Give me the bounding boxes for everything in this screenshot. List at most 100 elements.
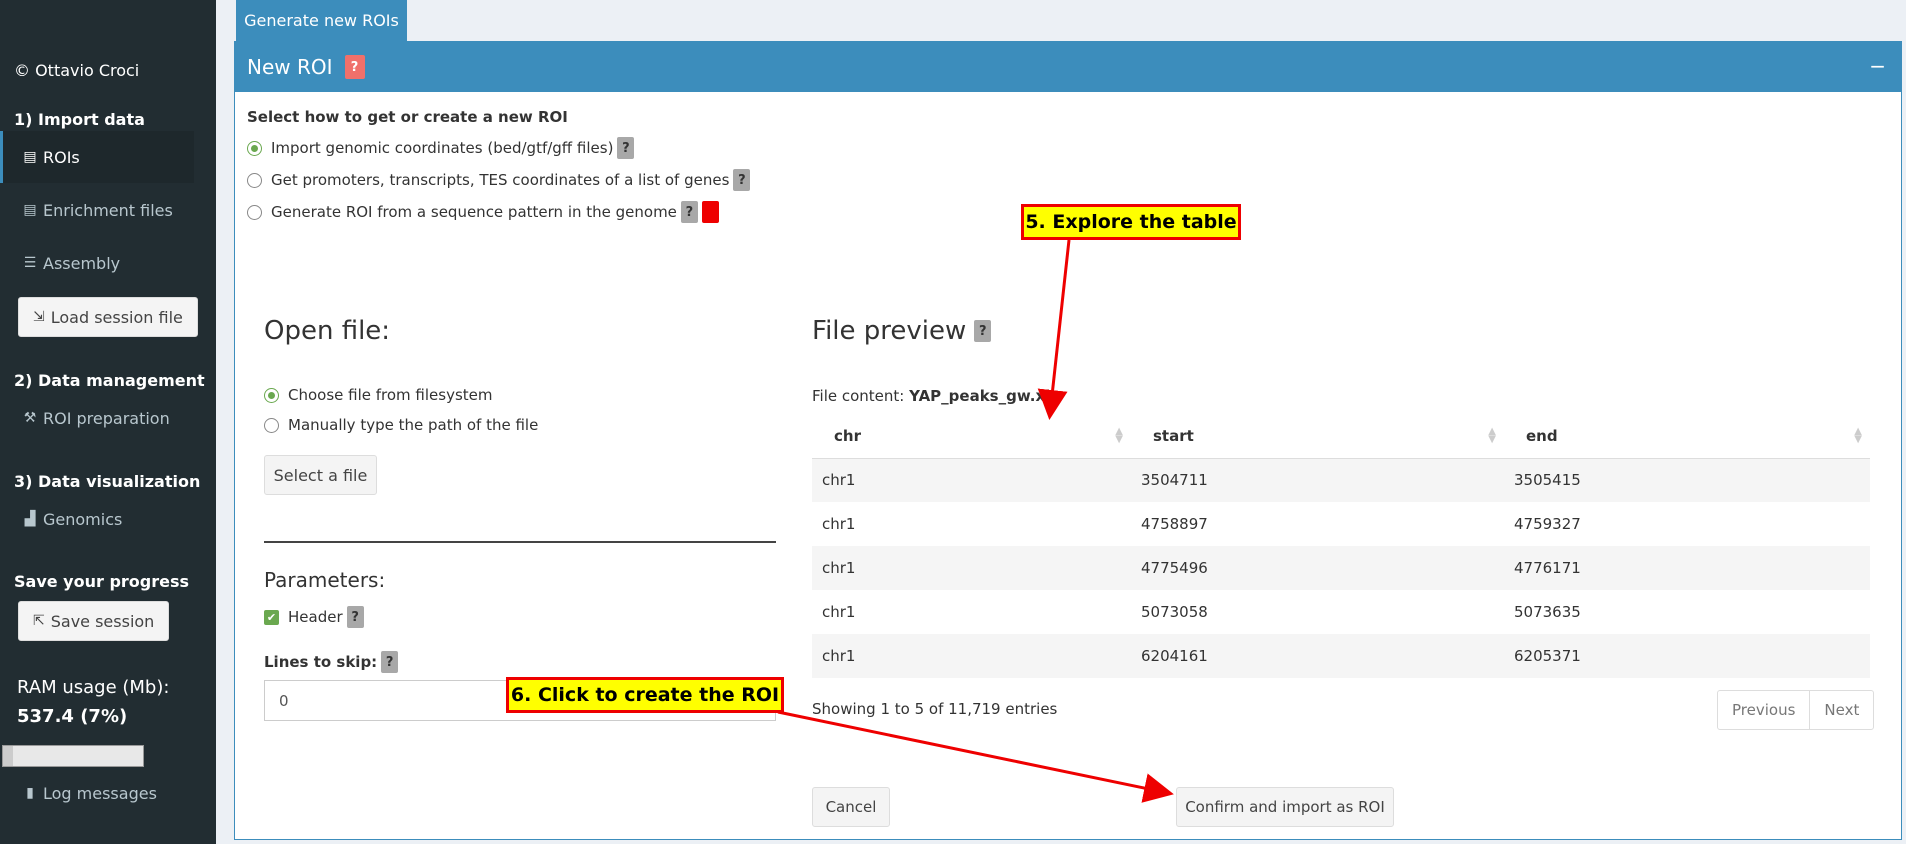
radio-button[interactable]: [264, 387, 279, 403]
sidebar-item-enrichment[interactable]: ▤ Enrichment files: [0, 184, 194, 236]
radio-button[interactable]: [247, 140, 262, 156]
ram-usage-bar: [2, 745, 144, 767]
book-icon: ▮: [26, 785, 34, 801]
lines-to-skip-label: Lines to skip: ?: [264, 651, 399, 673]
table-cell: 4759327: [1514, 515, 1581, 533]
option-label: Import genomic coordinates (bed/gtf/gff …: [271, 139, 614, 157]
sort-icon: ▲ ▼: [1488, 426, 1496, 445]
box-title: New ROI: [247, 55, 333, 79]
file-name: YAP_peaks_gw.xls: [909, 387, 1060, 405]
next-button[interactable]: Next: [1809, 691, 1873, 729]
option-label: Get promoters, transcripts, TES coordina…: [271, 171, 730, 189]
file-import-icon: ⇲: [33, 309, 45, 325]
parameters-title: Parameters:: [264, 568, 386, 592]
sidebar-item-label: Genomics: [43, 509, 123, 529]
help-icon[interactable]: ?: [974, 320, 992, 342]
table-row: chr1 6204161 6205371: [812, 634, 1870, 678]
sidebar-item-assembly[interactable]: ☰ Assembly: [0, 237, 194, 289]
collapse-icon[interactable]: −: [1869, 54, 1886, 78]
table-cell: 5073058: [1141, 603, 1208, 621]
sidebar-item-label: Assembly: [43, 253, 121, 273]
column-header-chr[interactable]: chr ▲ ▼: [812, 414, 1131, 459]
save-session-label: Save session: [50, 611, 155, 631]
cancel-button[interactable]: Cancel: [812, 787, 890, 827]
help-icon[interactable]: ?: [680, 201, 698, 223]
ram-usage-value: 537.4 (7%): [17, 706, 128, 727]
box-header: New ROI ? −: [235, 42, 1901, 92]
header-label: Header: [288, 608, 343, 626]
help-icon[interactable]: ?: [733, 169, 751, 191]
radio-button[interactable]: [264, 417, 279, 433]
option-sequence-pattern[interactable]: Generate ROI from a sequence pattern in …: [247, 201, 719, 223]
tab-generate-new-rois[interactable]: Generate new ROIs: [236, 0, 407, 41]
sidebar-item-log-messages[interactable]: ▮ Log messages: [0, 767, 194, 819]
sidebar-item-label: Log messages: [43, 783, 157, 803]
select-method-label: Select how to get or create a new ROI: [247, 108, 568, 126]
warning-icon[interactable]: !: [701, 201, 719, 223]
file-preview-table: chr ▲ ▼ start ▲ ▼ end ▲ ▼ chr1 3504711 3505415…: [812, 414, 1870, 678]
table-cell: chr1: [822, 515, 856, 533]
table-cell: 6204161: [1131, 634, 1504, 678]
table-row: chr1 5073058 5073635: [812, 590, 1870, 634]
sidebar-item-roi-preparation[interactable]: ⚒ ROI preparation: [0, 392, 194, 444]
confirm-import-button[interactable]: Confirm and import as ROI: [1176, 787, 1394, 827]
sidebar-item-rois[interactable]: ▤ ROIs: [0, 131, 194, 183]
sidebar-item-label: ROI preparation: [43, 408, 170, 428]
option-label: Manually type the path of the file: [288, 416, 539, 434]
sort-icon: ▲ ▼: [1854, 426, 1862, 445]
table-cell: 4776171: [1504, 546, 1870, 590]
table-cell: chr1: [812, 546, 1131, 590]
section-import: 1) Import data: [14, 110, 145, 129]
copyright: © Ottavio Croci: [14, 61, 140, 80]
file-icon: ▤: [23, 149, 37, 165]
sidebar-item-genomics[interactable]: ▟ Genomics: [0, 493, 194, 545]
ram-usage-label: RAM usage (Mb):: [17, 677, 170, 698]
column-header-label: end: [1526, 426, 1558, 445]
table-row: chr1 3504711 3505415: [812, 458, 1870, 502]
load-session-label: Load session file: [50, 307, 183, 327]
file-preview-heading: File preview ?: [812, 316, 992, 346]
open-file-title: Open file:: [264, 316, 391, 346]
option-choose-file[interactable]: Choose file from filesystem: [264, 386, 493, 404]
sidebar-item-label: Enrichment files: [43, 200, 173, 220]
option-gene-list[interactable]: Get promoters, transcripts, TES coordina…: [247, 169, 751, 191]
section-visualization: 3) Data visualization: [14, 472, 201, 491]
column-header-label: start: [1153, 426, 1194, 445]
save-progress-heading: Save your progress: [14, 572, 190, 591]
load-session-button[interactable]: ⇲ Load session file: [18, 297, 198, 337]
header-checkbox[interactable]: ✔ Header ?: [264, 606, 364, 628]
help-icon[interactable]: ?: [346, 606, 364, 628]
table-cell: 6205371: [1504, 634, 1870, 678]
sort-icon: ▲ ▼: [1115, 426, 1123, 445]
table-cell: chr1: [812, 458, 1131, 502]
help-icon[interactable]: ?: [344, 55, 365, 79]
save-session-button[interactable]: ⇱ Save session: [18, 601, 170, 641]
table-row: chr1 4758897 4759327: [812, 502, 1870, 546]
select-file-button[interactable]: Select a file: [264, 455, 377, 495]
database-icon: ☰: [23, 255, 37, 271]
radio-button[interactable]: [247, 172, 262, 188]
table-cell: 4775496: [1131, 546, 1504, 590]
option-manual-path[interactable]: Manually type the path of the file: [264, 416, 538, 434]
divider: [264, 541, 776, 543]
table-cell: 4758897: [1141, 515, 1208, 533]
radio-button[interactable]: [247, 204, 262, 220]
check-icon[interactable]: ✔: [264, 609, 279, 625]
table-cell: chr1: [812, 634, 1131, 678]
previous-button[interactable]: Previous: [1718, 691, 1809, 729]
option-import-coordinates[interactable]: Import genomic coordinates (bed/gtf/gff …: [247, 137, 635, 159]
sidebar: © Ottavio Croci 1) Import data ▤ ROIs ▤ …: [0, 0, 216, 844]
column-header-end[interactable]: end ▲ ▼: [1504, 414, 1870, 459]
ram-usage-fill: [3, 746, 13, 766]
file-content-line: File content: YAP_peaks_gw.xls: [812, 387, 1059, 405]
option-label: Choose file from filesystem: [288, 386, 493, 404]
table-row: chr1 4775496 4776171: [812, 546, 1870, 590]
column-header-start[interactable]: start ▲ ▼: [1131, 414, 1504, 459]
table-cell: 5073635: [1514, 603, 1581, 621]
file-export-icon: ⇱: [33, 613, 45, 629]
annotation-explore-table: 5. Explore the table: [1021, 204, 1241, 240]
help-icon[interactable]: ?: [381, 651, 399, 673]
help-icon[interactable]: ?: [617, 137, 635, 159]
section-management: 2) Data management: [14, 371, 205, 390]
file-content-label: File content:: [812, 387, 905, 405]
